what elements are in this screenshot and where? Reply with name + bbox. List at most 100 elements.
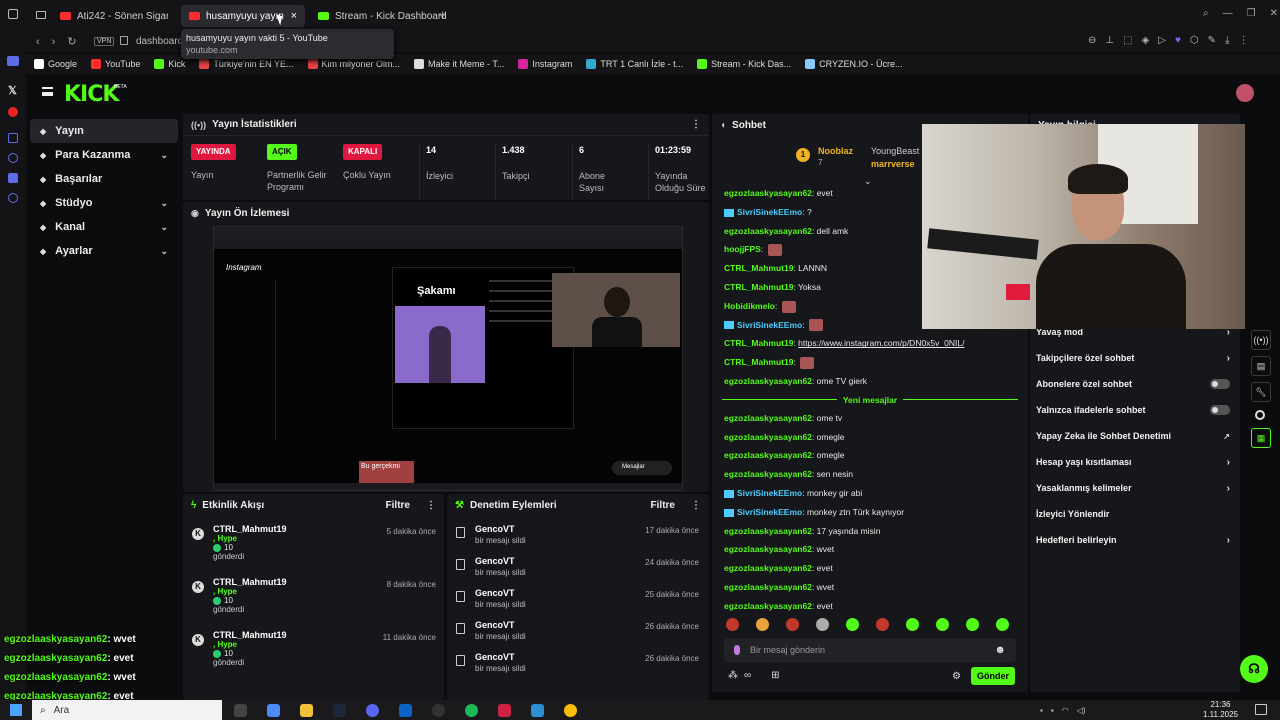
chat-message[interactable]: SivriSinekEEmo: monkey gir abi — [714, 484, 1026, 503]
help-button[interactable]: ☊ — [1240, 655, 1268, 683]
gift-icon[interactable]: ⊞ — [771, 670, 779, 681]
chat-message[interactable]: CTRL_Mahmut19: https://www.instagram.com… — [714, 334, 1026, 353]
gear-icon[interactable]: ⚙ — [952, 671, 961, 682]
shield-icon[interactable]: ◈ — [1142, 35, 1150, 46]
chevron-right-icon[interactable]: › — [1227, 483, 1230, 494]
activity-item[interactable]: K CTRL_Mahmut19, Hype 10 gönderdi 8 dakika ö… — [183, 573, 444, 626]
chat-username[interactable]: egzozlaaskyasayan62 — [724, 450, 812, 460]
chat-username[interactable]: egzozlaaskyasayan62 — [724, 601, 812, 611]
more-icon[interactable]: ⋮ — [691, 119, 701, 130]
tab-husamyuyu[interactable]: husamyuyu yayın va × — [181, 5, 305, 27]
pin-icon[interactable]: ⊥ — [1105, 35, 1114, 46]
moderation-item[interactable]: GencoVT bir mesajı sildi 26 dakika önce — [447, 646, 709, 678]
volume-icon[interactable]: ◁) — [1077, 706, 1086, 715]
back-icon[interactable]: ‹ — [36, 36, 40, 48]
bookmark-item[interactable]: YouTube — [91, 59, 140, 69]
calendar-icon[interactable]: ▦ — [1251, 428, 1271, 448]
chat-message[interactable]: egzozlaaskyasayan62: evet — [714, 559, 1026, 578]
chevron-right-icon[interactable]: › — [1227, 535, 1230, 546]
sidebar-item-1[interactable]: ◆ Para Kazanma ⌄ — [30, 143, 178, 167]
address-bar[interactable]: dashboard — [136, 36, 183, 47]
heart-icon[interactable]: ♥ — [1175, 35, 1181, 46]
chat-message[interactable]: egzozlaaskyasayan62: wvet — [714, 578, 1026, 597]
chat-username[interactable]: CTRL_Mahmut19 — [724, 338, 793, 348]
play-icon[interactable]: ▷ — [1158, 35, 1166, 46]
hamburger-icon[interactable] — [42, 87, 53, 96]
kick-logo[interactable]: KICK — [64, 82, 119, 107]
emote-icon[interactable] — [846, 618, 859, 631]
spotify-icon[interactable] — [465, 703, 478, 717]
chat-username[interactable]: hoojjFPS — [724, 244, 761, 254]
chat-message[interactable]: egzozlaaskyasayan62: evet — [714, 597, 1026, 614]
app-icon[interactable] — [498, 703, 511, 717]
emote-icon[interactable] — [786, 618, 799, 631]
browser-menu-icon[interactable] — [8, 9, 18, 19]
chrome-icon[interactable] — [564, 703, 577, 717]
chat-setting-item[interactable]: Hedefleri belirleyin › — [1036, 527, 1238, 553]
chevron-down-icon[interactable]: ⌄ — [160, 246, 168, 257]
tray-icon[interactable]: ▪ — [1051, 706, 1054, 715]
chat-message[interactable]: egzozlaaskyasayan62: ome tv — [714, 409, 1026, 428]
tab-kick-dashboard[interactable]: Stream - Kick Dashboard — [310, 5, 447, 27]
windows-start-icon[interactable] — [10, 704, 22, 716]
chat-message[interactable]: egzozlaaskyasayan62: omegle — [714, 428, 1026, 447]
chat-setting-item[interactable]: Takipçilere özel sohbet › — [1036, 345, 1238, 371]
sidebar-item-5[interactable]: ◆ Ayarlar ⌄ — [30, 239, 178, 263]
zoom-icon[interactable]: ⊖ — [1088, 35, 1096, 46]
discord-icon[interactable] — [366, 703, 379, 717]
chat-setting-item[interactable]: Yasaklanmış kelimeler › — [1036, 475, 1238, 501]
chat-input[interactable]: Bir mesaj gönderin ☻ — [724, 638, 1016, 662]
emote-icon[interactable] — [726, 618, 739, 631]
chevron-right-icon[interactable]: › — [1227, 457, 1230, 468]
chat-setting-item[interactable]: Yapay Zeka ile Sohbet Denetimi ↗ — [1036, 423, 1238, 449]
avatar[interactable] — [1236, 84, 1254, 102]
chat-username[interactable]: egzozlaaskyasayan62 — [724, 226, 812, 236]
chat-username[interactable]: SivriSinekEEmo — [737, 507, 802, 517]
bookmark-item[interactable]: Make it Meme - T... — [414, 59, 504, 69]
obs-icon[interactable] — [432, 703, 445, 717]
screenshot-icon[interactable]: ⬚ — [1123, 35, 1132, 46]
chat-username[interactable]: CTRL_Mahmut19 — [724, 357, 793, 367]
chat-username[interactable]: Hobidikmelo — [724, 301, 775, 311]
tray-icon[interactable]: ▪ — [1040, 706, 1043, 715]
search-icon[interactable]: ⌕ — [1203, 8, 1209, 19]
extensions-icon[interactable] — [8, 173, 18, 183]
emoji-icon[interactable]: ☻ — [994, 644, 1006, 656]
steam-icon[interactable] — [333, 703, 346, 717]
chat-username[interactable]: egzozlaaskyasayan62 — [724, 376, 812, 386]
youtube-icon[interactable] — [8, 107, 18, 117]
bookmark-item[interactable]: CRYZEN.IO - Ücre... — [805, 59, 902, 69]
reload-icon[interactable]: ↻ — [67, 35, 76, 48]
moderation-item[interactable]: GencoVT bir mesajı sildi 26 dakika önce — [447, 614, 709, 646]
clock-icon[interactable] — [8, 153, 18, 163]
emote-icon[interactable] — [816, 618, 829, 631]
chat-username[interactable]: egzozlaaskyasayan62 — [724, 526, 812, 536]
external-link-icon[interactable]: ↗ — [1223, 432, 1230, 441]
broadcast-icon[interactable]: ((•)) — [1251, 330, 1271, 350]
chat-link[interactable]: https://www.instagram.com/p/DN0x5v_0NIL/ — [798, 338, 964, 348]
minimize-icon[interactable]: — — [1223, 8, 1233, 19]
bookmark-item[interactable]: Google — [34, 59, 77, 69]
vpn-badge[interactable]: VPN — [94, 37, 115, 46]
moderation-item[interactable]: GencoVT bir mesajı sildi 25 dakika önce — [447, 582, 709, 614]
maximize-icon[interactable]: ❐ — [1247, 8, 1256, 19]
chat-message[interactable]: egzozlaaskyasayan62: 17 yaşında misin — [714, 522, 1026, 541]
chat-username[interactable]: CTRL_Mahmut19 — [724, 263, 793, 273]
forward-icon[interactable]: › — [52, 36, 56, 48]
chevron-down-icon[interactable]: ⌄ — [160, 222, 168, 233]
close-window-icon[interactable]: ✕ — [1270, 8, 1278, 19]
clock-date[interactable]: 1.11.2025 — [1203, 710, 1238, 720]
emote-icon[interactable] — [966, 618, 979, 631]
bookmark-item[interactable]: Kick — [154, 59, 185, 69]
chat-setting-item[interactable]: Abonelere özel sohbet — [1036, 371, 1238, 397]
chat-username[interactable]: egzozlaaskyasayan62 — [724, 563, 812, 573]
chat-message[interactable]: CTRL_Mahmut19: — [714, 353, 1026, 372]
store-icon[interactable] — [399, 703, 412, 717]
chat-username[interactable]: egzozlaaskyasayan62 — [724, 469, 812, 479]
tool-icon[interactable] — [531, 703, 544, 717]
gear-icon[interactable] — [8, 193, 18, 203]
emote-icon[interactable] — [756, 618, 769, 631]
activity-filter-button[interactable]: Filtre — [386, 500, 410, 511]
chat-message[interactable]: egzozlaaskyasayan62: sen nesin — [714, 465, 1026, 484]
wifi-icon[interactable]: ◠ — [1062, 706, 1069, 715]
